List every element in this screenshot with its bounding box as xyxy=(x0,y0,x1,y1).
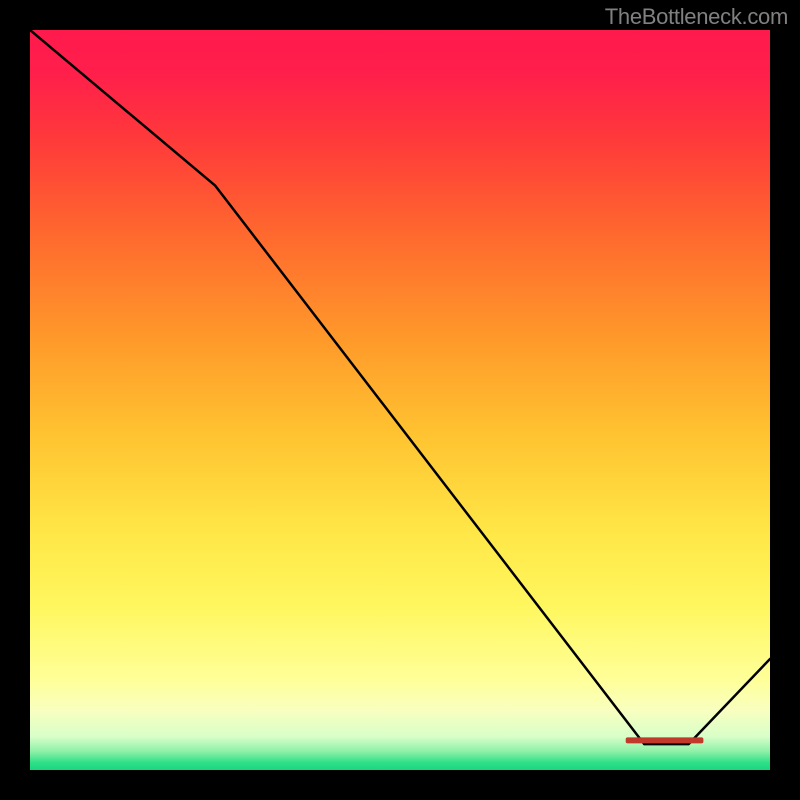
gradient-background xyxy=(30,30,770,770)
chart-frame: TheBottleneck.com xyxy=(0,0,800,800)
chart-svg xyxy=(30,30,770,770)
plot-area xyxy=(30,30,770,770)
optimal-range-bar xyxy=(626,737,704,743)
watermark-text: TheBottleneck.com xyxy=(605,4,788,30)
